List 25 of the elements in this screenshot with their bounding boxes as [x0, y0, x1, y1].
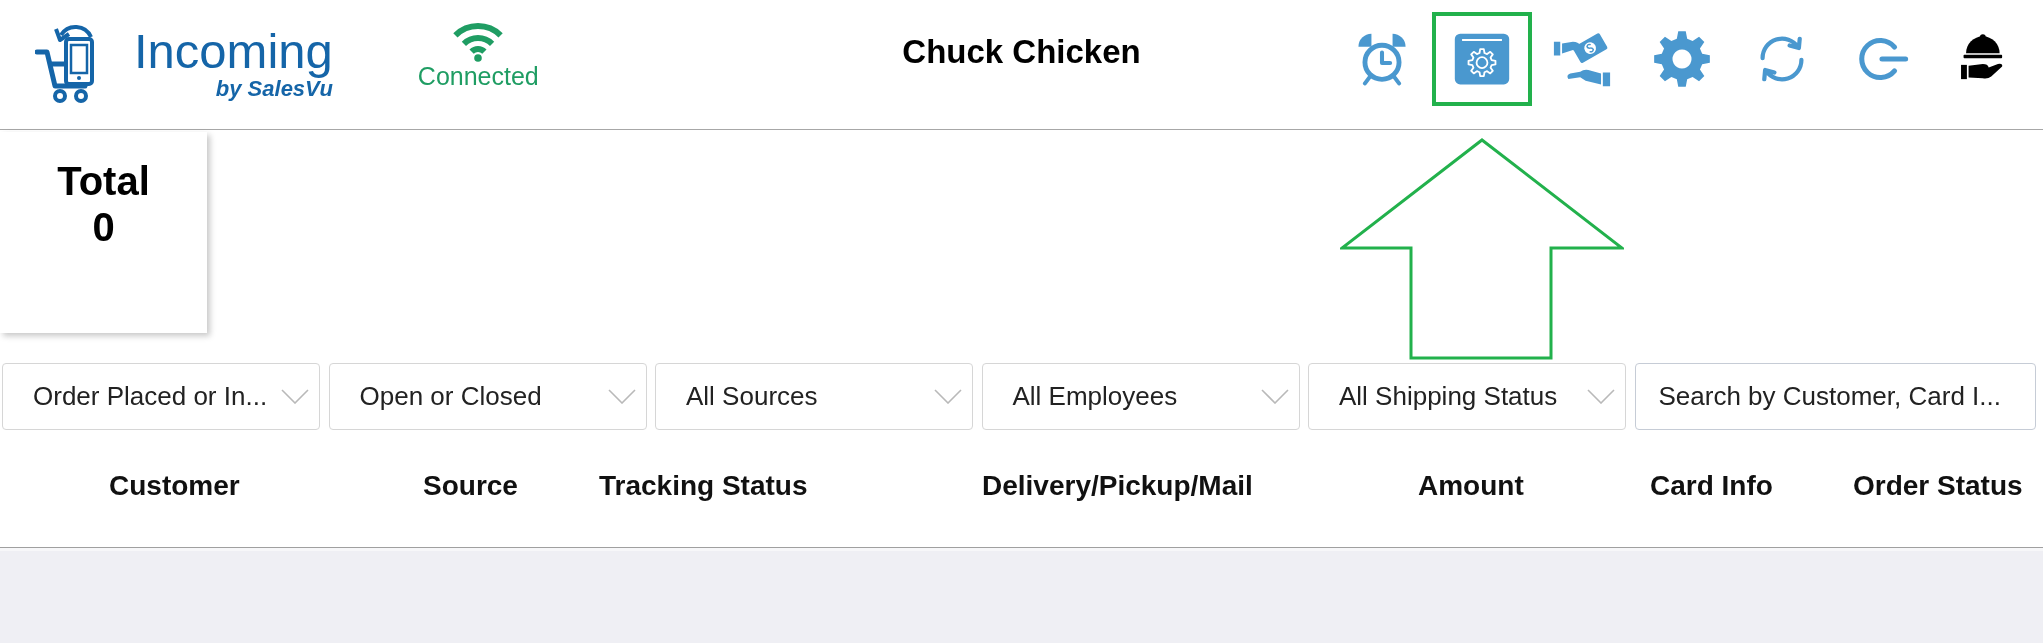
settings-icon: [1653, 29, 1711, 88]
chevron-down-icon: [934, 389, 962, 404]
column-header: Card Info: [1650, 469, 1773, 503]
search-field[interactable]: Search by Customer, Card I...: [1634, 363, 2036, 430]
connection-status: Connected: [417, 63, 539, 89]
filter-dropdown[interactable]: Order Placed or In...: [2, 363, 320, 430]
chevron-down-icon: [281, 389, 309, 404]
filter-dropdown[interactable]: All Employees: [981, 363, 1300, 430]
filter-dropdown[interactable]: All Shipping Status: [1308, 363, 1626, 430]
column-header: Tracking Status: [599, 469, 808, 503]
store-name: Chuck Chicken: [902, 33, 1141, 71]
chevron-down-icon: [1260, 389, 1289, 404]
column-header: Source: [423, 469, 518, 503]
filter-dropdown[interactable]: Open or Closed: [328, 363, 647, 430]
chevron-down-icon: [1587, 389, 1615, 404]
total-value: 0: [92, 204, 115, 250]
column-header: Customer: [109, 469, 240, 503]
total-label: Total: [57, 158, 150, 204]
logo-title: Incoming: [134, 24, 333, 77]
chevron-down-icon: [607, 389, 636, 404]
column-header: Amount: [1418, 469, 1524, 503]
filter-dropdown[interactable]: All Sources: [655, 363, 973, 430]
column-header: Order Status: [1853, 469, 2023, 503]
column-header: Delivery/Pickup/Mail: [982, 469, 1253, 503]
alarm-clock-icon: [1356, 31, 1408, 86]
